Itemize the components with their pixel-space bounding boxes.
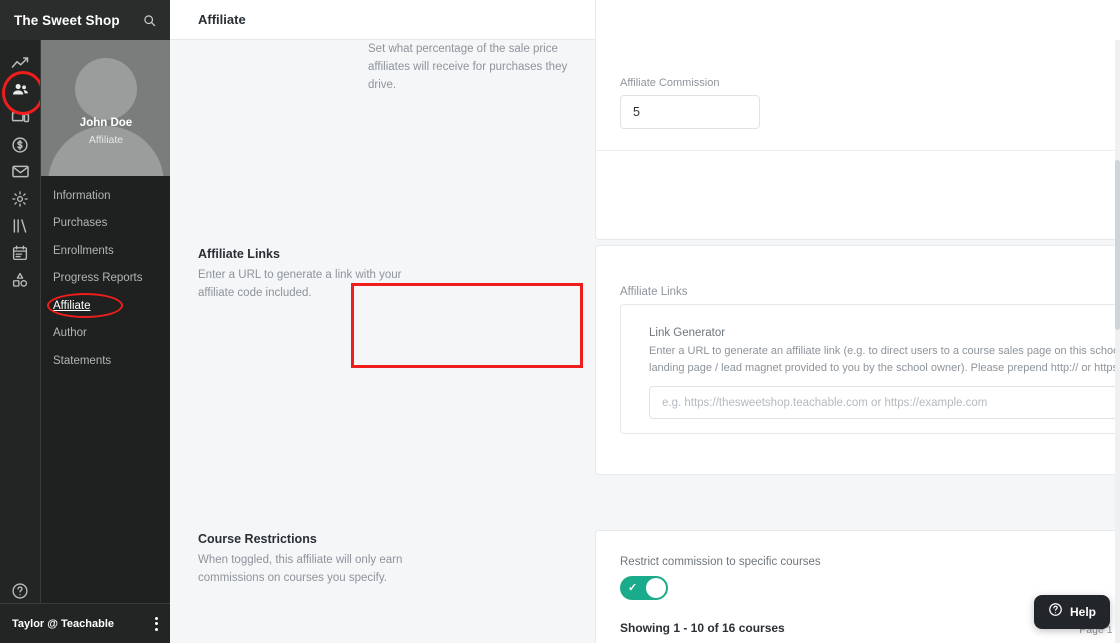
submenu-item-label: Information bbox=[53, 189, 111, 202]
email-icon[interactable] bbox=[0, 158, 40, 185]
affiliate-links-section-left: Affiliate Links Enter a URL to generate … bbox=[170, 245, 425, 302]
avatar: John Doe Affiliate bbox=[41, 40, 171, 176]
courses-count-label: Showing 1 - 10 of 16 courses bbox=[620, 621, 785, 635]
search-icon[interactable] bbox=[143, 14, 156, 27]
submenu-list: Information Purchases Enrollments Progre… bbox=[41, 182, 171, 375]
library-icon[interactable] bbox=[0, 212, 40, 239]
submenu-item-enrollments[interactable]: Enrollments bbox=[41, 237, 171, 265]
submenu-item-label: Purchases bbox=[53, 217, 108, 230]
site-icon[interactable] bbox=[0, 104, 40, 131]
scroll-area[interactable]: Set what percentage of the sale price af… bbox=[170, 0, 1120, 643]
settings-icon[interactable] bbox=[0, 185, 40, 212]
submenu-item-information[interactable]: Information bbox=[41, 182, 171, 210]
url-input[interactable] bbox=[650, 387, 1117, 418]
account-switcher[interactable]: Taylor @ Teachable bbox=[0, 603, 170, 643]
left-navigation: The Sweet Shop John Doe Affiliate Inform… bbox=[0, 0, 171, 643]
page-scrollbar[interactable] bbox=[1115, 40, 1120, 643]
course-restrictions-section-left: Course Restrictions When toggled, this a… bbox=[170, 530, 425, 587]
account-name: Taylor @ Teachable bbox=[12, 617, 115, 630]
profile-role: Affiliate bbox=[88, 134, 124, 146]
icon-rail bbox=[0, 40, 44, 643]
submenu-item-label: Statements bbox=[53, 354, 112, 367]
check-icon: ✓ bbox=[628, 582, 638, 594]
submenu-item-statements[interactable]: Statements bbox=[41, 347, 171, 375]
calendar-icon[interactable] bbox=[0, 239, 40, 266]
scrollbar-thumb[interactable] bbox=[1115, 160, 1120, 330]
affiliate-links-card: Affiliate Links Link Generator Enter a U… bbox=[595, 245, 1120, 475]
submenu-item-label: Author bbox=[53, 327, 87, 340]
link-generator-title: Link Generator bbox=[649, 327, 726, 339]
submenu-item-progress-reports[interactable]: Progress Reports bbox=[41, 265, 171, 293]
commission-field-label: Affiliate Commission bbox=[620, 77, 720, 89]
commission-input-group[interactable]: % bbox=[620, 95, 760, 129]
profile-name: John Doe bbox=[79, 117, 133, 129]
brand-title: The Sweet Shop bbox=[14, 12, 120, 28]
commission-card-body: Affiliate Commission % bbox=[596, 0, 1120, 151]
commission-input[interactable] bbox=[621, 96, 759, 128]
submenu-panel: John Doe Affiliate Information Purchases… bbox=[40, 40, 171, 603]
submenu-item-affiliate[interactable]: Affiliate bbox=[41, 292, 171, 320]
main-content: Affiliate Set what percentage of the sal… bbox=[170, 0, 1120, 643]
toggle-knob bbox=[646, 578, 666, 598]
kebab-menu-icon[interactable] bbox=[155, 616, 158, 631]
link-generator-box: Link Generator Enter a URL to generate a… bbox=[620, 304, 1120, 434]
brand-bar: The Sweet Shop bbox=[0, 0, 170, 40]
help-widget-button[interactable]: Help bbox=[1033, 595, 1110, 629]
apps-icon[interactable] bbox=[0, 266, 40, 293]
commission-description: Set what percentage of the sale price af… bbox=[368, 43, 568, 91]
avatar-head bbox=[75, 58, 137, 120]
analytics-icon[interactable] bbox=[0, 50, 40, 77]
link-generator-description: Enter a URL to generate an affiliate lin… bbox=[649, 345, 1120, 374]
help-circle-icon[interactable] bbox=[0, 577, 40, 604]
question-circle-icon bbox=[1048, 602, 1063, 622]
submenu-item-purchases[interactable]: Purchases bbox=[41, 210, 171, 238]
restrict-commission-toggle[interactable]: ✓ bbox=[620, 576, 668, 600]
link-generator-input-group[interactable]: Generate bbox=[649, 386, 1120, 419]
commission-card-footer: Save bbox=[596, 150, 1120, 239]
submenu-item-label: Enrollments bbox=[53, 244, 114, 257]
restrict-toggle-label: Restrict commission to specific courses bbox=[620, 556, 821, 568]
annotation-ellipse-affiliate bbox=[47, 293, 123, 318]
sales-icon[interactable] bbox=[0, 131, 40, 158]
help-widget-label: Help bbox=[1069, 605, 1096, 619]
affiliate-links-card-label: Affiliate Links bbox=[620, 286, 688, 298]
users-icon[interactable] bbox=[0, 71, 44, 115]
app-root: The Sweet Shop John Doe Affiliate Inform… bbox=[0, 0, 1120, 643]
course-restrictions-description: When toggled, this affiliate will only e… bbox=[198, 554, 403, 584]
page-title: Affiliate bbox=[198, 12, 246, 27]
affiliate-links-description: Enter a URL to generate a link with your… bbox=[198, 269, 402, 299]
course-restrictions-title: Course Restrictions bbox=[198, 532, 317, 546]
affiliate-links-title: Affiliate Links bbox=[198, 247, 280, 261]
commission-card: Affiliate Commission % Save bbox=[595, 0, 1120, 240]
submenu-item-author[interactable]: Author bbox=[41, 320, 171, 348]
submenu-item-label: Progress Reports bbox=[53, 272, 143, 285]
